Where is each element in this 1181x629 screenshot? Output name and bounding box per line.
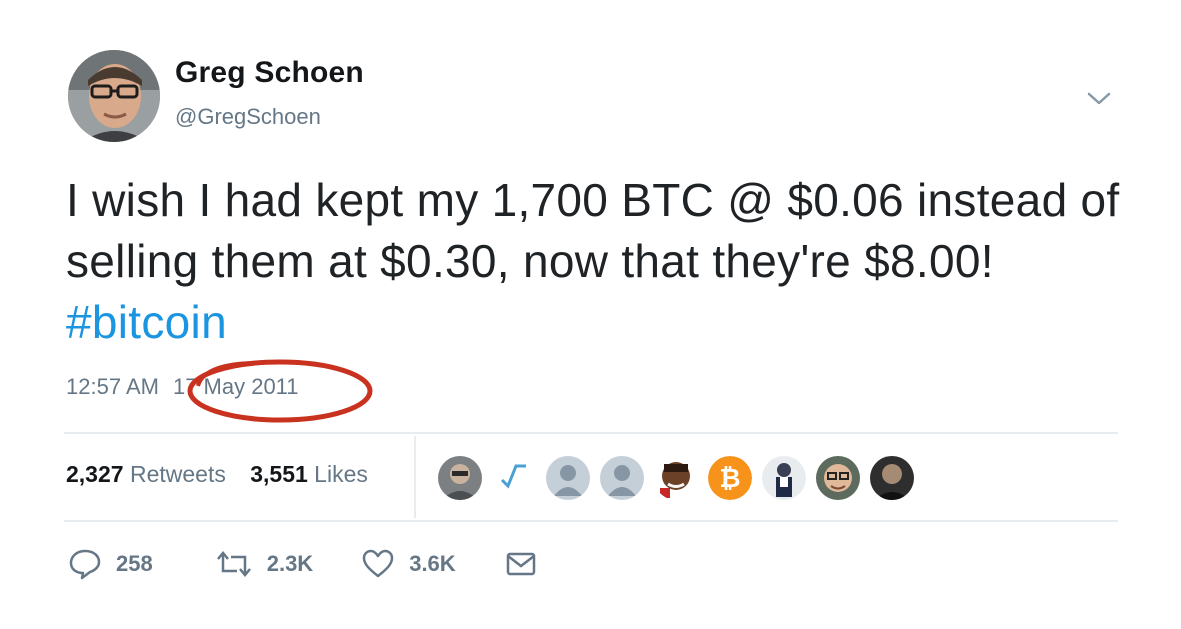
liker-avatar[interactable] bbox=[438, 456, 482, 500]
liker-avatar[interactable] bbox=[870, 456, 914, 500]
reply-count: 258 bbox=[116, 551, 153, 576]
direct-message-button[interactable] bbox=[504, 548, 538, 580]
retweets-count: 2,327 bbox=[66, 461, 124, 487]
likes-stat[interactable]: 3,551 Likes bbox=[250, 461, 368, 487]
stats-separator bbox=[414, 436, 416, 518]
liker-avatar[interactable] bbox=[492, 456, 536, 500]
action-bar: 258 2.3K 3.6K bbox=[68, 548, 538, 580]
likes-label: Likes bbox=[314, 461, 368, 487]
liker-avatar[interactable] bbox=[546, 456, 590, 500]
liker-avatar[interactable] bbox=[816, 456, 860, 500]
retweet-button[interactable]: 2.3K bbox=[215, 549, 313, 579]
likes-count: 3,551 bbox=[250, 461, 308, 487]
tweet-stats: 2,327 Retweets 3,551 Likes bbox=[66, 461, 386, 488]
bitcoin-icon: ₿ bbox=[708, 456, 752, 500]
envelope-icon bbox=[506, 552, 535, 576]
tweet-timestamp[interactable]: 12:57 AM 17 May 2011 bbox=[66, 374, 299, 400]
tweet-time: 12:57 AM bbox=[66, 374, 159, 399]
hashtag-link[interactable]: #bitcoin bbox=[66, 296, 227, 348]
retweets-stat[interactable]: 2,327 Retweets bbox=[66, 461, 226, 487]
like-button[interactable]: 3.6K bbox=[361, 548, 456, 580]
chevron-down-icon bbox=[1087, 92, 1111, 105]
avatar-photo bbox=[68, 50, 160, 142]
divider-top bbox=[64, 432, 1118, 434]
retweet-count: 2.3K bbox=[266, 551, 314, 576]
user-display-name[interactable]: Greg Schoen bbox=[175, 56, 364, 90]
heart-icon bbox=[362, 549, 394, 578]
liker-avatar[interactable] bbox=[600, 456, 644, 500]
retweets-label: Retweets bbox=[129, 461, 226, 487]
divider-bottom bbox=[64, 520, 1118, 522]
like-count: 3.6K bbox=[409, 551, 456, 576]
liker-avatar[interactable]: ₿ bbox=[708, 456, 752, 500]
speech-bubble-icon bbox=[69, 549, 101, 580]
liker-avatar[interactable] bbox=[654, 456, 698, 500]
svg-text:₿: ₿ bbox=[719, 464, 740, 494]
retweet-arrows-icon bbox=[216, 551, 251, 577]
user-handle[interactable]: @GregSchoen bbox=[175, 104, 321, 130]
likers-list: ₿ bbox=[438, 456, 914, 500]
tweet-body: I wish I had kept my 1,700 BTC @ $0.06 i… bbox=[66, 174, 1120, 287]
reply-button[interactable]: 258 bbox=[68, 548, 153, 580]
tweet-text: I wish I had kept my 1,700 BTC @ $0.06 i… bbox=[66, 170, 1126, 353]
liker-avatar[interactable] bbox=[762, 456, 806, 500]
tweet-date: 17 May 2011 bbox=[172, 374, 299, 399]
user-avatar[interactable] bbox=[68, 50, 160, 142]
more-options-button[interactable] bbox=[1084, 86, 1114, 110]
